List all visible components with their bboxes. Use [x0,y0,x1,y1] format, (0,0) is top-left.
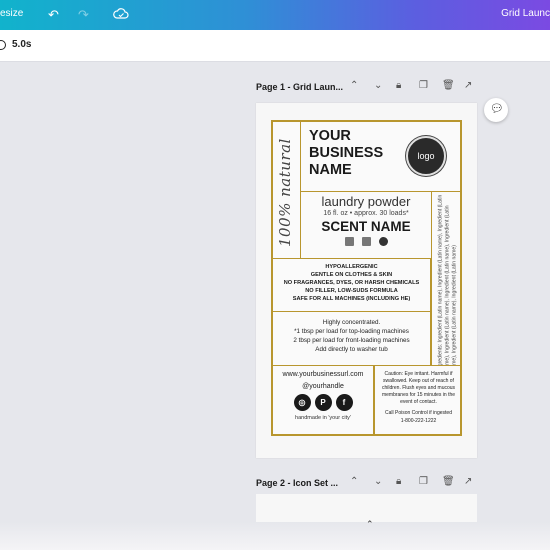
page-2-title[interactable]: Page 2 - Icon Set ... [256,478,338,488]
chevron-up-icon[interactable]: ⌃ [350,476,358,487]
usage-line: 2 tbsp per load for front-loading machin… [293,337,410,344]
product-cell[interactable]: laundry powder 16 fl. oz • approx. 30 lo… [301,192,431,258]
laundry-label[interactable]: 100% natural YOUR BUSINESS NAME logo lau… [271,120,462,436]
top-toolbar: esize ↶ ↷ Grid Launc [0,0,550,30]
bottom-panel: ⌃ [0,519,550,550]
duration-display[interactable]: 5.0s [12,39,31,50]
pinterest-icon: P [314,394,332,411]
logo-placeholder[interactable]: logo [406,136,446,176]
poison-control-phone: 1-800-222-1222 [400,418,437,424]
natural-script-text: 100% natural [276,138,294,247]
resize-button[interactable]: esize [0,8,23,19]
ingredients-cell[interactable]: Ingredients: Ingredient (Latin name), In… [431,192,462,366]
page-1-canvas[interactable]: 100% natural YOUR BUSINESS NAME logo lau… [256,103,477,458]
undo-icon[interactable]: ↶ [48,7,59,23]
handmade-city: handmade in 'your city' [295,415,351,421]
product-size: 16 fl. oz • approx. 30 loads* [323,210,409,217]
facebook-icon: f [335,394,353,411]
lock-icon[interactable]: 🔒︎ [396,476,401,487]
caution-text: Caution: Eye irritant. Harmful if swallo… [381,371,456,405]
page-1-header: Page 1 - Grid Laun... ⌃ ⌄ 🔒︎ ❐ 🗑︎ ↗ [256,80,476,96]
ingredients-text: Ingredients: Ingredient (Latin name), In… [437,194,458,366]
claim-line: GENTLE ON CLOTHES & SKIN [310,272,393,278]
contact-cell[interactable]: www.yourbusinessurl.com @yourhandle ◎ P … [273,366,374,434]
product-icons [301,237,431,246]
claim-line: NO FRAGRANCES, DYES, OR HARSH CHEMICALS [283,280,420,286]
eco-badge-icon [378,237,388,246]
timer-icon[interactable] [0,40,6,50]
machine-icon [344,237,354,246]
secondary-toolbar: 5.0s [0,30,550,62]
social-icons: ◎ P f [273,394,373,411]
trash-icon[interactable]: 🗑︎ [442,80,455,91]
claim-line: SAFE FOR ALL MACHINES (INCLUDING HE) [292,296,411,302]
claim-line: NO FILLER, LOW-SUDS FORMULA [305,288,398,294]
chevron-down-icon[interactable]: ⌄ [374,80,382,91]
page-1-title[interactable]: Page 1 - Grid Laun... [256,82,343,92]
chevron-down-icon[interactable]: ⌄ [374,476,382,487]
product-type: laundry powder [321,194,411,209]
caution-cell[interactable]: Caution: Eye irritant. Harmful if swallo… [374,366,462,434]
add-page-icon[interactable]: ↗ [464,476,472,487]
duplicate-icon[interactable]: ❐ [419,476,428,487]
business-url: www.yourbusinessurl.com [282,371,364,378]
usage-cell[interactable]: Highly concentrated. *1 tbsp per load fo… [273,312,431,366]
add-page-icon[interactable]: ↗ [464,80,472,91]
poison-control-text: Call Poison Control if ingested [385,410,452,416]
page-2-header: Page 2 - Icon Set ... ⌃ ⌄ 🔒︎ ❐ 🗑︎ ↗ [256,476,476,492]
document-title[interactable]: Grid Launc [501,8,550,19]
cloud-saved-icon[interactable] [113,6,129,22]
usage-line: *1 tbsp per load for top-loading machine… [294,328,409,335]
business-name[interactable]: YOUR BUSINESS NAME [309,128,383,179]
usage-line: Highly concentrated. [322,319,381,326]
chevron-up-icon[interactable]: ⌃ [350,80,358,91]
usage-line: Add directly to washer tub [315,346,388,353]
comment-plus-icon: 💬︎ [490,103,504,115]
redo-icon[interactable]: ↷ [78,7,89,23]
trash-icon[interactable]: 🗑︎ [442,476,455,487]
he-icon [361,237,371,246]
script-cell[interactable]: 100% natural [273,122,301,258]
expand-panel-icon[interactable]: ⌃ [366,519,374,530]
claims-cell[interactable]: HYPOALLERGENIC GENTLE ON CLOTHES & SKIN … [273,258,431,312]
social-handle: @yourhandle [302,383,344,390]
instagram-icon: ◎ [293,394,311,411]
add-comment-button[interactable]: 💬︎ [484,98,508,122]
scent-name: SCENT NAME [321,219,411,234]
duplicate-icon[interactable]: ❐ [419,80,428,91]
lock-icon[interactable]: 🔒︎ [396,80,401,91]
claim-line: HYPOALLERGENIC [325,264,378,270]
